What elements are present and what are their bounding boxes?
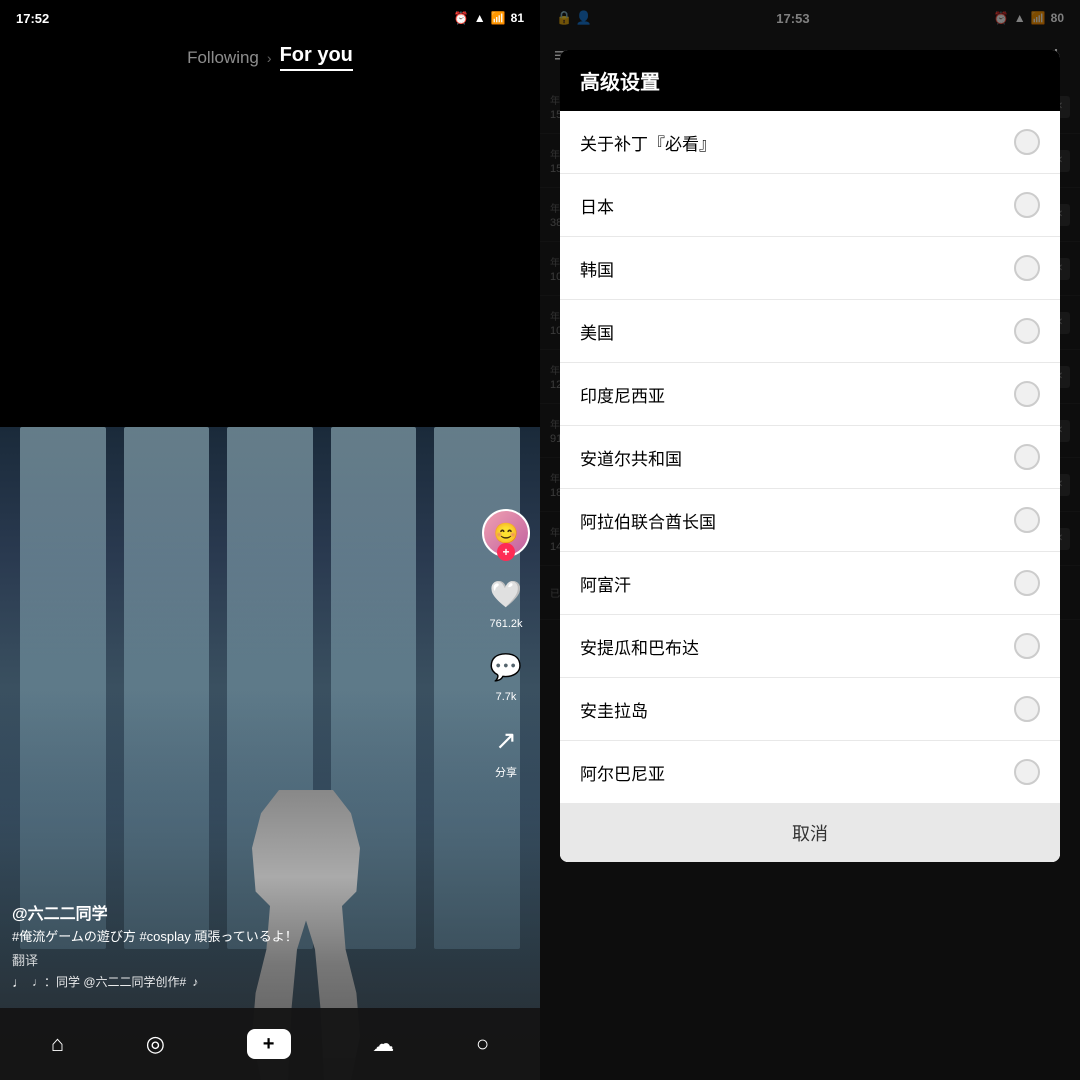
username[interactable]: @六二二同学 — [12, 900, 480, 924]
item-label: 安道尔共和国 — [580, 445, 682, 470]
nav-messages[interactable]: ☁ — [372, 1031, 394, 1057]
modal-body: 关于补丁『必看』 日本 韩国 美国 印度尼西亚 安道尔共和国 — [560, 111, 1060, 862]
item-label: 安提瓜和巴布达 — [580, 634, 699, 659]
profile-icon: ○ — [476, 1031, 489, 1057]
modal-item-indonesia[interactable]: 印度尼西亚 — [560, 363, 1060, 426]
modal-item-korea[interactable]: 韩国 — [560, 237, 1060, 300]
settings-modal: 高级设置 关于补丁『必看』 日本 韩国 美国 印度尼西亚 — [560, 50, 1060, 862]
radio-usa[interactable] — [1014, 318, 1040, 344]
status-bar-left: 17:52 ⏰ ▲ 📶 81 — [0, 0, 540, 36]
alarm-icon: ⏰ — [454, 11, 469, 25]
modal-item-afghanistan[interactable]: 阿富汗 — [560, 552, 1060, 615]
like-count: 761.2k — [489, 618, 522, 630]
bottom-info: @六二二同学 #俺流ゲームの遊び方 #cosplay 頑張っているよ！ 翻译 ♩… — [12, 900, 480, 990]
comment-button[interactable]: 💬 7.7k — [485, 646, 527, 703]
radio-korea[interactable] — [1014, 255, 1040, 281]
share-button[interactable]: ↗ 分享 — [485, 719, 527, 780]
modal-item-japan[interactable]: 日本 — [560, 174, 1060, 237]
discover-icon: ◎ — [146, 1031, 165, 1057]
radio-albania[interactable] — [1014, 759, 1040, 785]
video-black-section — [0, 75, 540, 427]
radio-japan[interactable] — [1014, 192, 1040, 218]
wifi-icon: ▲ — [474, 11, 486, 25]
radio-patch[interactable] — [1014, 129, 1040, 155]
item-label: 印度尼西亚 — [580, 382, 665, 407]
radio-andorra[interactable] — [1014, 444, 1040, 470]
nav-home[interactable]: ⌂ — [51, 1031, 64, 1057]
video-area[interactable]: 😊 + 🤍 761.2k 💬 7.7k ↗ 分享 @六二二同学 #俺流ゲームの遊… — [0, 75, 540, 1080]
nav-profile[interactable]: ○ — [476, 1031, 489, 1057]
following-tab[interactable]: Following — [187, 48, 259, 68]
nav-create[interactable]: + — [247, 1029, 291, 1059]
modal-item-uae[interactable]: 阿拉伯联合酋长国 — [560, 489, 1060, 552]
share-icon: ↗ — [485, 719, 527, 761]
radio-afghanistan[interactable] — [1014, 570, 1040, 596]
nav-discover[interactable]: ◎ — [146, 1031, 165, 1057]
comment-icon: 💬 — [485, 646, 527, 688]
item-label: 阿富汗 — [580, 571, 631, 596]
battery-left: 81 — [511, 11, 524, 25]
modal-item-andorra[interactable]: 安道尔共和国 — [560, 426, 1060, 489]
music-note-icon: ♪ — [192, 975, 198, 989]
left-panel: 17:52 ⏰ ▲ 📶 81 Following › For you — [0, 0, 540, 1080]
video-description: #俺流ゲームの遊び方 #cosplay 頑張っているよ！ — [12, 928, 480, 946]
like-button[interactable]: 🤍 761.2k — [485, 573, 527, 630]
item-label: 韩国 — [580, 256, 614, 281]
signal-icon: 📶 — [491, 11, 506, 25]
item-label: 阿尔巴尼亚 — [580, 760, 665, 785]
heart-icon: 🤍 — [485, 573, 527, 615]
radio-antigua[interactable] — [1014, 633, 1040, 659]
music-label: ♩：同学 @六二二同学创作# — [32, 973, 186, 990]
follow-plus-button[interactable]: + — [497, 543, 515, 561]
modal-item-anguilla[interactable]: 安圭拉岛 — [560, 678, 1060, 741]
foryou-tab[interactable]: For you — [280, 44, 353, 71]
item-label: 关于补丁『必看』 — [580, 130, 716, 155]
nav-bar: Following › For you — [0, 36, 540, 75]
modal-item-patch[interactable]: 关于补丁『必看』 — [560, 111, 1060, 174]
home-icon: ⌂ — [51, 1031, 64, 1057]
music-info: ♩ ♩：同学 @六二二同学创作# ♪ — [12, 973, 480, 990]
modal-header: 高级设置 — [560, 50, 1060, 111]
comment-count: 7.7k — [496, 691, 517, 703]
share-label: 分享 — [495, 764, 517, 780]
modal-item-usa[interactable]: 美国 — [560, 300, 1060, 363]
avatar-container[interactable]: 😊 + — [482, 509, 530, 557]
time-left: 17:52 — [16, 11, 49, 26]
radio-anguilla[interactable] — [1014, 696, 1040, 722]
right-panel: 🔒 👤 17:53 ⏰ ▲ 📶 80 ≡ ⋮ 年 154 7ms mess ✕ … — [540, 0, 1080, 1080]
radio-uae[interactable] — [1014, 507, 1040, 533]
create-button[interactable]: + — [247, 1029, 291, 1059]
item-label: 安圭拉岛 — [580, 697, 648, 722]
radio-indonesia[interactable] — [1014, 381, 1040, 407]
music-icon: ♩ — [12, 974, 26, 990]
modal-title: 高级设置 — [580, 66, 1040, 95]
item-label: 日本 — [580, 193, 614, 218]
item-label: 美国 — [580, 319, 614, 344]
modal-item-albania[interactable]: 阿尔巴尼亚 — [560, 741, 1060, 804]
messages-icon: ☁ — [372, 1031, 394, 1057]
bottom-navigation: ⌂ ◎ + ☁ ○ — [0, 1008, 540, 1080]
right-actions: 😊 + 🤍 761.2k 💬 7.7k ↗ 分享 — [482, 509, 530, 780]
cancel-button[interactable]: 取消 — [560, 804, 1060, 862]
nav-separator: › — [267, 50, 272, 66]
modal-item-antigua[interactable]: 安提瓜和巴布达 — [560, 615, 1060, 678]
translate-button[interactable]: 翻译 — [12, 950, 480, 969]
status-icons-left: ⏰ ▲ 📶 81 — [454, 11, 524, 25]
item-label: 阿拉伯联合酋长国 — [580, 508, 716, 533]
